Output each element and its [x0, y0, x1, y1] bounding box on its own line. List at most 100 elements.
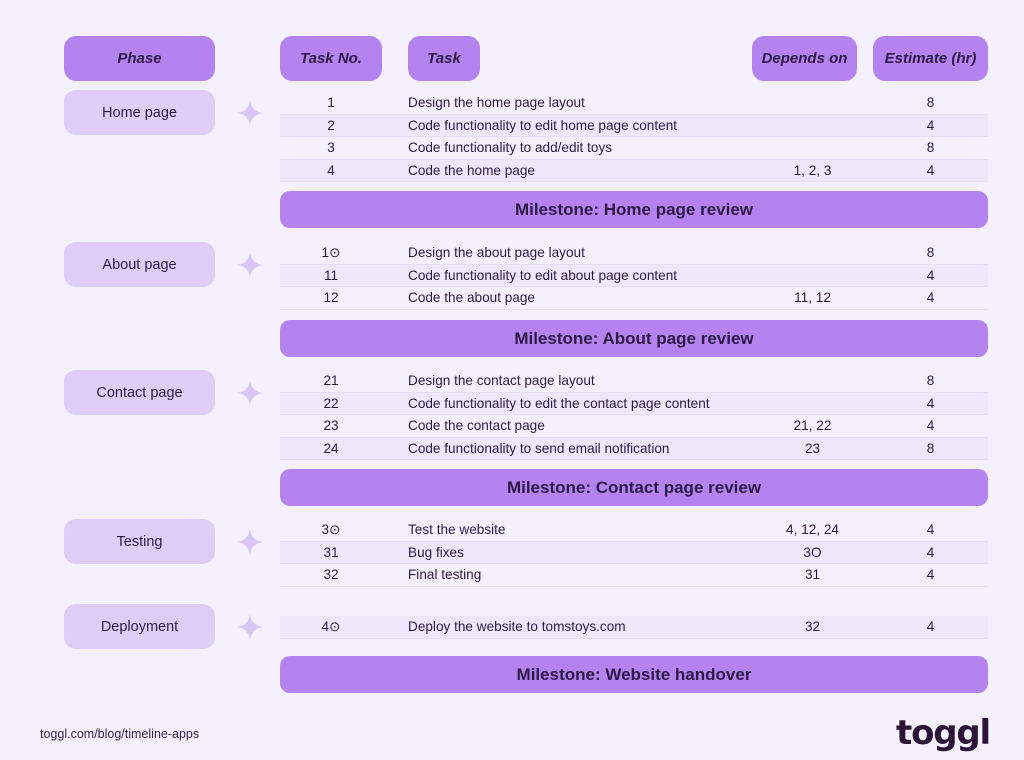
- cell-task: Code the about page: [408, 290, 535, 306]
- table-row[interactable]: 4⊙ Deploy the website to tomstoys.com 32…: [280, 616, 988, 639]
- table-row[interactable]: 22 Code functionality to edit the contac…: [280, 392, 988, 415]
- task-group-home-page: 1 Design the home page layout 8 2 Code f…: [280, 92, 988, 182]
- cell-estimate: 4: [926, 395, 935, 411]
- table-row[interactable]: 3⊙ Test the website 4, 12, 24 4: [280, 519, 988, 542]
- cell-task: Code functionality to send email notific…: [408, 440, 670, 456]
- sparkle-icon: [237, 528, 263, 555]
- sparkle-icon: [237, 251, 263, 278]
- cell-task: Code functionality to edit about page co…: [408, 267, 678, 283]
- cell-task-no: 12: [323, 290, 339, 306]
- cell-depends: 4, 12, 24: [786, 522, 839, 538]
- cell-task-no: 1⊙: [321, 244, 341, 260]
- cell-task: Code the contact page: [408, 418, 545, 434]
- column-header-phase: Phase: [64, 36, 215, 81]
- cell-depends: 21, 22: [793, 418, 832, 434]
- cell-estimate: 4: [926, 117, 935, 133]
- cell-estimate: 4: [926, 162, 935, 178]
- cell-depends: 11, 12: [794, 290, 831, 306]
- table-row[interactable]: 3 Code functionality to add/edit toys 8: [280, 137, 988, 160]
- table-row[interactable]: 1 Design the home page layout 8: [280, 92, 988, 115]
- cell-estimate: 8: [926, 373, 935, 389]
- cell-task: Test the website: [408, 522, 506, 538]
- cell-task-no: 11: [323, 267, 339, 283]
- cell-estimate: 4: [926, 290, 935, 306]
- task-group-testing: 3⊙ Test the website 4, 12, 24 4 31 Bug f…: [280, 519, 988, 587]
- phase-chip-testing[interactable]: Testing: [64, 519, 215, 564]
- cell-task-no: 23: [323, 418, 339, 434]
- cell-task-no: 1: [327, 95, 335, 111]
- cell-task-no: 3: [327, 140, 335, 156]
- cell-task: Code functionality to edit the contact p…: [408, 395, 710, 411]
- cell-task: Final testing: [408, 567, 482, 583]
- phase-column: Phase: [64, 36, 264, 81]
- task-group-about-page: 1⊙ Design the about page layout 8 11 Cod…: [280, 242, 988, 310]
- table-row[interactable]: 11 Code functionality to edit about page…: [280, 264, 988, 287]
- phase-row-about-page: About page: [64, 242, 263, 287]
- cell-task: Code functionality to edit home page con…: [408, 117, 678, 133]
- cell-task-no: 21: [323, 373, 339, 389]
- table-row[interactable]: 24 Code functionality to send email noti…: [280, 437, 988, 460]
- cell-task-no: 32: [323, 567, 339, 583]
- cell-task-no: 22: [323, 395, 339, 411]
- cell-depends: 23: [804, 440, 821, 456]
- toggl-logo: toggl: [896, 713, 991, 753]
- sparkle-icon: [237, 99, 263, 126]
- cell-depends: 31: [804, 567, 821, 583]
- cell-estimate: 4: [926, 567, 935, 583]
- column-header-estimate: Estimate (hr): [873, 36, 988, 81]
- phase-chip-home-page[interactable]: Home page: [64, 90, 215, 135]
- cell-task-no: 4: [327, 162, 335, 178]
- table-row[interactable]: 4 Code the home page 1, 2, 3 4: [280, 159, 988, 182]
- sparkle-icon: [237, 379, 263, 406]
- cell-task-no: 2: [327, 117, 335, 133]
- table-row[interactable]: 2 Code functionality to edit home page c…: [280, 114, 988, 137]
- cell-estimate: 8: [926, 140, 935, 156]
- phase-row-testing: Testing: [64, 519, 263, 564]
- table-row[interactable]: 31 Bug fixes 3O 4: [280, 541, 988, 564]
- table-row[interactable]: 23 Code the contact page 21, 22 4: [280, 415, 988, 438]
- task-table: Task No. Task Depends on Estimate (hr) 1…: [280, 36, 988, 693]
- cell-estimate: 4: [926, 267, 935, 283]
- cell-task: Design the about page layout: [408, 245, 585, 261]
- milestone-bar-about-page: Milestone: About page review: [280, 320, 988, 357]
- cell-estimate: 8: [926, 95, 935, 111]
- column-header-task-no: Task No.: [280, 36, 382, 81]
- column-header-task: Task: [408, 36, 480, 81]
- table-row[interactable]: 12 Code the about page 11, 12 4: [280, 287, 988, 310]
- table-row[interactable]: 1⊙ Design the about page layout 8: [280, 242, 988, 265]
- cell-task: Code the home page: [408, 162, 535, 178]
- cell-task-no: 4⊙: [321, 618, 341, 634]
- task-group-deployment: 4⊙ Deploy the website to tomstoys.com 32…: [280, 616, 988, 639]
- timeline-table-page: Phase Home page About page Contact page …: [0, 0, 1024, 760]
- cell-estimate: 4: [926, 418, 935, 434]
- cell-estimate: 8: [926, 245, 935, 261]
- milestone-bar-website-handover: Milestone: Website handover: [280, 656, 988, 693]
- cell-task-no: 31: [323, 544, 339, 560]
- cell-estimate: 8: [926, 440, 935, 456]
- phase-row-deployment: Deployment: [64, 604, 263, 649]
- phase-row-home-page: Home page: [64, 90, 263, 135]
- table-row[interactable]: 21 Design the contact page layout 8: [280, 370, 988, 393]
- cell-estimate: 4: [926, 522, 935, 538]
- milestone-bar-contact-page: Milestone: Contact page review: [280, 469, 988, 506]
- cell-task: Deploy the website to tomstoys.com: [408, 619, 626, 635]
- cell-estimate: 4: [926, 619, 935, 635]
- cell-depends: 1, 2, 3: [793, 162, 832, 178]
- table-header-row: Task No. Task Depends on Estimate (hr): [280, 36, 988, 81]
- cell-task-no: 24: [323, 440, 339, 456]
- cell-depends: 3O: [803, 544, 822, 560]
- cell-task: Code functionality to add/edit toys: [408, 140, 613, 156]
- cell-task-no: 3⊙: [321, 521, 341, 537]
- cell-depends: 32: [804, 619, 821, 635]
- column-header-depends-on: Depends on: [752, 36, 857, 81]
- cell-estimate: 4: [926, 544, 935, 560]
- milestone-bar-home-page: Milestone: Home page review: [280, 191, 988, 228]
- cell-task: Design the home page layout: [408, 95, 585, 111]
- phase-chip-contact-page[interactable]: Contact page: [64, 370, 215, 415]
- phase-chip-deployment[interactable]: Deployment: [64, 604, 215, 649]
- table-row[interactable]: 32 Final testing 31 4: [280, 564, 988, 587]
- task-group-contact-page: 21 Design the contact page layout 8 22 C…: [280, 370, 988, 460]
- phase-chip-about-page[interactable]: About page: [64, 242, 215, 287]
- footer-url[interactable]: toggl.com/blog/timeline-apps: [40, 727, 199, 741]
- phase-row-contact-page: Contact page: [64, 370, 263, 415]
